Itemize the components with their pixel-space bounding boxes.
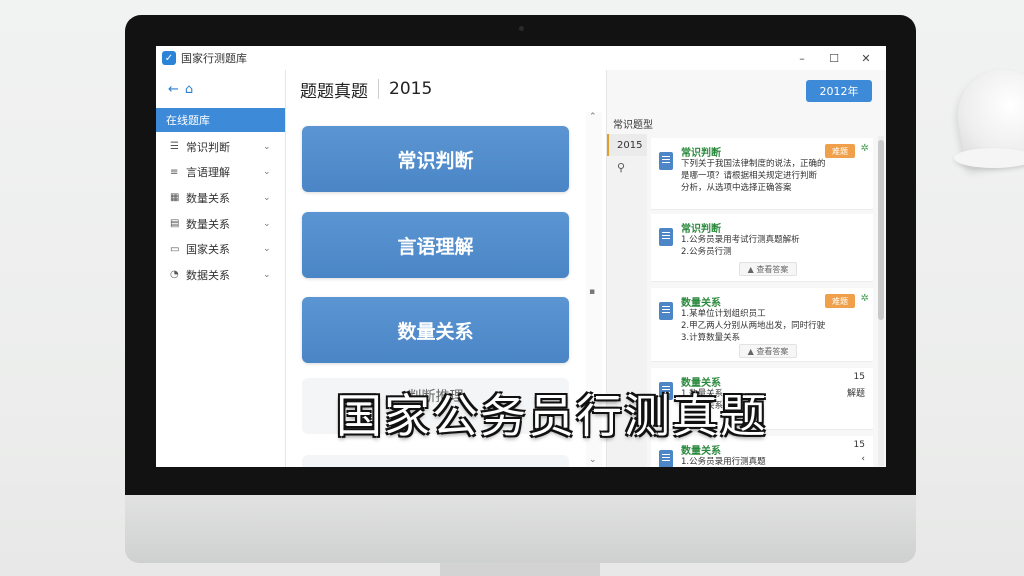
question-count: 15	[853, 440, 865, 450]
view-answer-chip[interactable]: ▲ 查看答案	[739, 262, 797, 276]
question-text: 1.数量关系 2.数量关系	[681, 389, 724, 411]
question-side-label: ‹	[861, 454, 865, 464]
sidebar-item-online-bank[interactable]: 在线题库	[156, 108, 285, 132]
sidebar-item-5[interactable]: ▭ 国家关系 ⌄	[156, 236, 285, 262]
document-icon	[659, 450, 673, 467]
gear-icon[interactable]: ✲	[861, 293, 869, 304]
category-button-partial[interactable]	[302, 455, 569, 467]
year-tab-2015[interactable]: 2015	[607, 134, 647, 156]
title-divider	[378, 79, 379, 99]
document-icon	[659, 152, 673, 170]
home-icon[interactable]: ⌂	[185, 82, 193, 97]
minimize-button[interactable]: –	[786, 46, 818, 70]
app-window: ✓ 国家行测题库 – ☐ ✕ ← ⌂ 在线题库 ☰ 常识判断 ⌄ ≡ 言语理解 …	[156, 46, 886, 467]
sidebar: ← ⌂ 在线题库 ☰ 常识判断 ⌄ ≡ 言语理解 ⌄ ▦ 数量关系 ⌄ ▤ 数量…	[156, 70, 286, 467]
sidebar-nav: ← ⌂	[156, 70, 285, 108]
sidebar-item-label: 国家关系	[186, 243, 230, 257]
list-item[interactable]: 常识判断 下列关于我国法律制度的说法，正确的 是哪一项？请根据相关规定进行判断 …	[651, 138, 873, 210]
question-title: 常识判断	[681, 148, 721, 159]
scrollbar-thumb[interactable]	[878, 140, 884, 320]
page-year: 2015	[389, 79, 433, 99]
webcam	[519, 26, 524, 31]
category-button-reasoning[interactable]: 判断推理	[302, 378, 569, 434]
folder-icon: ▭	[170, 243, 180, 255]
question-title: 常识判断	[681, 224, 721, 235]
document-icon: ≡	[170, 166, 179, 178]
category-button-common-sense[interactable]: 常识判断	[302, 126, 569, 192]
scroll-up-icon[interactable]: ⌃	[589, 112, 597, 122]
sidebar-item-label: 常识判断	[186, 140, 230, 154]
scroll-handle-icon[interactable]: ▪	[589, 287, 595, 297]
list-icon: ☰	[170, 141, 179, 153]
category-button-quantity[interactable]: 数量关系	[302, 297, 569, 363]
window-titlebar: ✓ 国家行测题库 – ☐ ✕	[156, 46, 886, 70]
sidebar-item-2[interactable]: ≡ 言语理解 ⌄	[156, 160, 285, 186]
sidebar-list: ☰ 常识判断 ⌄ ≡ 言语理解 ⌄ ▦ 数量关系 ⌄ ▤ 数量关系 ⌄ ▭ 国家	[156, 132, 285, 288]
question-title: 数量关系	[681, 378, 721, 389]
gear-icon[interactable]: ✲	[861, 143, 869, 154]
sidebar-item-label: 数量关系	[186, 217, 230, 231]
sidebar-item-4[interactable]: ▤ 数量关系 ⌄	[156, 211, 285, 237]
question-text: 1.公务员录用考试行测真题解析 2.公务员行测	[681, 235, 800, 257]
question-text: 下列关于我国法律制度的说法，正确的 是哪一项？请根据相关规定进行判断 分析，从选…	[681, 159, 826, 193]
question-side-label: 解题	[846, 389, 865, 399]
question-scrollbar[interactable]	[878, 136, 884, 466]
window-controls: – ☐ ✕	[786, 46, 882, 70]
page-title: 题题真题	[300, 81, 368, 102]
status-badge: 难题	[825, 294, 855, 308]
sidebar-item-label: 数量关系	[186, 191, 230, 205]
question-title: 数量关系	[681, 298, 721, 309]
sidebar-item-1[interactable]: ☰ 常识判断 ⌄	[156, 134, 285, 160]
window-title: 国家行测题库	[181, 52, 247, 65]
status-badge: 难题	[825, 144, 855, 158]
sidebar-item-6[interactable]: ◔ 数据关系 ⌄	[156, 262, 285, 288]
main-header: 题题真题 2015	[286, 70, 606, 108]
back-arrow-icon[interactable]: ←	[168, 82, 179, 97]
search-icon[interactable]: ⚲	[607, 156, 647, 178]
question-list: 常识判断 下列关于我国法律制度的说法，正确的 是哪一项？请根据相关规定进行判断 …	[647, 134, 886, 467]
main-scrollbar[interactable]: ⌃ ▪ ⌄	[586, 112, 602, 467]
list-item[interactable]: 常识判断 1.公务员录用考试行测真题解析 2.公务员行测 ▲ 查看答案	[651, 214, 873, 282]
year-column: 2015 ⚲	[607, 134, 647, 467]
monitor-chin	[125, 495, 916, 563]
chevron-down-icon: ⌄	[263, 244, 271, 255]
chevron-down-icon: ⌄	[263, 167, 271, 178]
year-select-button[interactable]: 2012年	[806, 80, 872, 102]
chevron-down-icon: ⌄	[263, 269, 271, 280]
chart-icon: ◔	[170, 269, 179, 281]
monitor-stand	[440, 563, 600, 576]
sidebar-item-label: 数据关系	[186, 268, 230, 282]
question-count: 15	[853, 372, 865, 382]
document-icon	[659, 228, 673, 246]
list-item[interactable]: 数量关系 1.数量关系 2.数量关系 15 解题	[651, 368, 873, 430]
app-logo-icon: ✓	[162, 51, 176, 65]
scroll-down-icon[interactable]: ⌄	[589, 455, 597, 465]
list-item[interactable]: 数量关系 1.某单位计划组织员工 2.甲乙两人分别从两地出发，同时行驶 3.计算…	[651, 288, 873, 362]
view-answer-chip[interactable]: ▲ 查看答案	[739, 344, 797, 358]
main-panel: 题题真题 2015 常识判断 言语理解 数量关系 判断推理	[286, 70, 606, 467]
document-icon	[659, 382, 673, 400]
close-button[interactable]: ✕	[850, 46, 882, 70]
desk-lamp-rim	[954, 148, 1024, 168]
list-item[interactable]: 数量关系 1.公务员录用行测真题 2.数量关系解析 15 ‹	[651, 436, 873, 467]
grid-icon: ▦	[170, 192, 180, 204]
chevron-down-icon: ⌄	[263, 218, 271, 229]
sidebar-item-label: 言语理解	[186, 166, 230, 180]
question-text: 1.某单位计划组织员工 2.甲乙两人分别从两地出发，同时行驶 3.计算数量关系	[681, 309, 826, 343]
question-panel-header: 常识题型	[613, 119, 653, 131]
question-panel: 2012年 常识题型 2015 ⚲ 常识判断 下列关于我国法律制度的说法，正确的…	[606, 70, 886, 467]
category-button-verbal[interactable]: 言语理解	[302, 212, 569, 278]
question-title: 数量关系	[681, 446, 721, 457]
sidebar-item-3[interactable]: ▦ 数量关系 ⌄	[156, 185, 285, 211]
chevron-down-icon: ⌄	[263, 141, 271, 152]
document-icon	[659, 302, 673, 320]
maximize-button[interactable]: ☐	[818, 46, 850, 70]
table-icon: ▤	[170, 218, 180, 230]
question-text: 1.公务员录用行测真题 2.数量关系解析	[681, 457, 766, 467]
chevron-down-icon: ⌄	[263, 192, 271, 203]
